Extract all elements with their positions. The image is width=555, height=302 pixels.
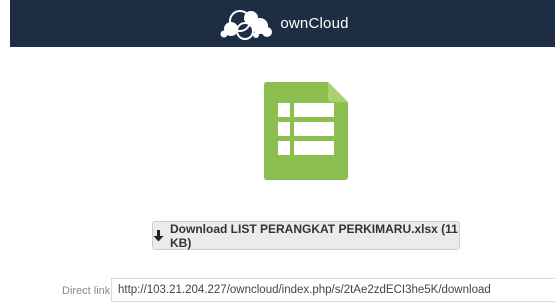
brand-name: ownCloud <box>280 15 349 32</box>
download-button[interactable]: Download LIST PERANGKAT PERKIMARU.xlsx (… <box>152 221 460 250</box>
owncloud-cloud-icon <box>220 7 274 41</box>
download-label: Download LIST PERANGKAT PERKIMARU.xlsx (… <box>170 221 458 250</box>
direct-link-input[interactable] <box>111 278 555 302</box>
direct-link-row: Direct link <box>0 278 555 302</box>
spreadsheet-file-icon <box>264 82 348 180</box>
download-arrow-icon <box>153 229 164 242</box>
brand[interactable]: ownCloud <box>220 7 348 41</box>
direct-link-label: Direct link <box>62 285 111 297</box>
header-bar: ownCloud <box>10 0 555 47</box>
